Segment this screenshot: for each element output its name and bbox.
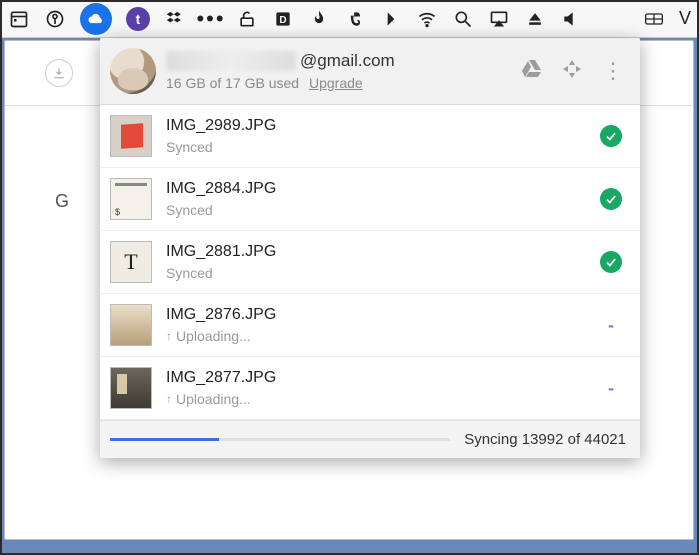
file-meta: IMG_2884.JPG Synced bbox=[166, 180, 584, 218]
status-synced-icon bbox=[598, 188, 624, 210]
file-meta: IMG_2881.JPG Synced bbox=[166, 243, 584, 281]
status-synced-icon bbox=[598, 125, 624, 147]
sync-progress-bar bbox=[110, 438, 450, 441]
file-row[interactable]: IMG_2989.JPG Synced bbox=[100, 105, 640, 168]
photos-icon[interactable] bbox=[560, 57, 584, 86]
file-meta: IMG_2989.JPG Synced bbox=[166, 117, 584, 155]
file-status: Synced bbox=[166, 265, 584, 281]
file-name: IMG_2881.JPG bbox=[166, 243, 584, 261]
status-pending-icon: - bbox=[598, 378, 624, 399]
sidebar-letter: G bbox=[55, 191, 69, 212]
google-drive-panel: @gmail.com 16 GB of 17 GB used Upgrade ⋮… bbox=[100, 38, 640, 458]
header-actions: ⋮ bbox=[520, 57, 626, 86]
file-name: IMG_2876.JPG bbox=[166, 306, 584, 324]
file-status-text: Uploading... bbox=[176, 391, 251, 407]
file-status: Synced bbox=[166, 202, 584, 218]
upgrade-link[interactable]: Upgrade bbox=[309, 75, 363, 91]
file-meta: IMG_2877.JPG ↑ Uploading... bbox=[166, 369, 584, 407]
sync-status-text: Syncing 13992 of 44021 bbox=[464, 431, 626, 448]
email-suffix: @gmail.com bbox=[300, 51, 395, 71]
panel-header: @gmail.com 16 GB of 17 GB used Upgrade ⋮ bbox=[100, 38, 640, 105]
file-thumbnail bbox=[110, 241, 152, 283]
google-drive-cloud-icon[interactable] bbox=[80, 3, 112, 35]
file-thumbnail bbox=[110, 115, 152, 157]
file-row[interactable]: IMG_2876.JPG ↑ Uploading... - bbox=[100, 294, 640, 357]
account-info: @gmail.com 16 GB of 17 GB used Upgrade bbox=[166, 51, 510, 91]
file-thumbnail bbox=[110, 178, 152, 220]
file-row[interactable]: IMG_2884.JPG Synced bbox=[100, 168, 640, 231]
file-meta: IMG_2876.JPG ↑ Uploading... bbox=[166, 306, 584, 344]
account-email: @gmail.com bbox=[166, 51, 510, 71]
file-status: ↑ Uploading... bbox=[166, 328, 584, 344]
upload-arrow-icon: ↑ bbox=[166, 392, 172, 406]
drive-icon[interactable] bbox=[520, 57, 544, 86]
pending-icon: - bbox=[608, 378, 614, 399]
check-icon bbox=[600, 188, 622, 210]
file-name: IMG_2989.JPG bbox=[166, 117, 584, 135]
file-name: IMG_2877.JPG bbox=[166, 369, 584, 387]
user-avatar[interactable] bbox=[110, 48, 156, 94]
pending-icon: - bbox=[608, 315, 614, 336]
file-status-text: Synced bbox=[166, 265, 213, 281]
status-synced-icon bbox=[598, 251, 624, 273]
file-status: Synced bbox=[166, 139, 584, 155]
status-pending-icon: - bbox=[598, 315, 624, 336]
file-list: IMG_2989.JPGSyncedIMG_2884.JPGSyncedIMG_… bbox=[100, 105, 640, 420]
check-icon bbox=[600, 125, 622, 147]
file-thumbnail bbox=[110, 304, 152, 346]
check-icon bbox=[600, 251, 622, 273]
email-redacted bbox=[166, 51, 296, 71]
upload-arrow-icon: ↑ bbox=[166, 329, 172, 343]
file-status-text: Uploading... bbox=[176, 328, 251, 344]
download-icon bbox=[45, 59, 73, 87]
panel-footer: Syncing 13992 of 44021 bbox=[100, 420, 640, 458]
file-status-text: Synced bbox=[166, 202, 213, 218]
file-thumbnail bbox=[110, 367, 152, 409]
file-row[interactable]: IMG_2877.JPG ↑ Uploading... - bbox=[100, 357, 640, 420]
sync-progress-fill bbox=[110, 438, 219, 441]
file-name: IMG_2884.JPG bbox=[166, 180, 584, 198]
file-status: ↑ Uploading... bbox=[166, 391, 584, 407]
storage-usage: 16 GB of 17 GB used Upgrade bbox=[166, 75, 510, 91]
file-status-text: Synced bbox=[166, 139, 213, 155]
storage-text: 16 GB of 17 GB used bbox=[166, 75, 299, 91]
file-row[interactable]: IMG_2881.JPG Synced bbox=[100, 231, 640, 294]
